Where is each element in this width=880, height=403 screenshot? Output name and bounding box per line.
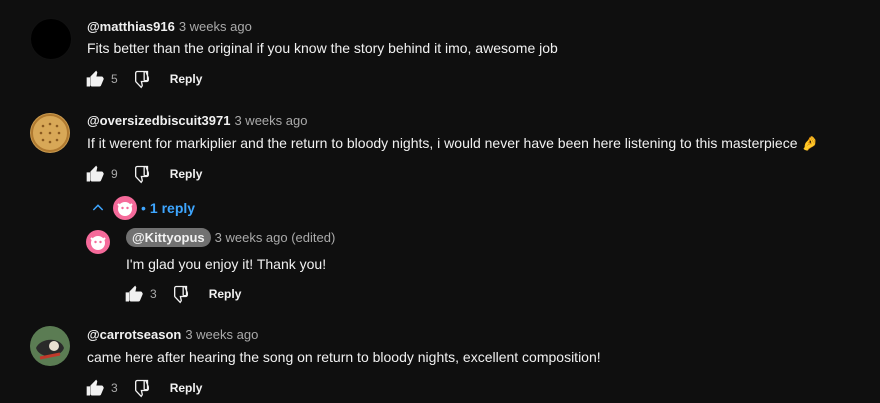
replies-count-label: 1 reply <box>149 200 196 216</box>
like-count: 3 <box>111 381 118 395</box>
like-icon[interactable] <box>122 282 146 306</box>
avatar[interactable] <box>30 326 70 366</box>
author-name[interactable]: @carrotseason <box>87 327 181 342</box>
comment-thread: @carrotseason 3 weeks ago came here after… <box>0 315 880 403</box>
like-count: 3 <box>150 287 157 301</box>
reply-actions: 3 Reply <box>122 282 241 306</box>
separator-dot: • <box>141 200 146 216</box>
comment-time[interactable]: 3 weeks ago <box>234 113 307 128</box>
reply-text: I'm glad you enjoy it! Thank you! <box>126 256 327 272</box>
comment-header: @oversizedbiscuit3971 3 weeks ago <box>87 113 307 128</box>
comment-thread: @oversizedbiscuit3971 3 weeks ago If it w… <box>0 100 880 315</box>
chevron-up-icon <box>89 196 107 220</box>
like-icon[interactable] <box>83 162 107 186</box>
comment-time[interactable]: 3 weeks ago (edited) <box>215 230 336 245</box>
comment-actions: 5 Reply <box>83 67 202 91</box>
like-icon[interactable] <box>83 376 107 400</box>
comment-text: came here after hearing the song on retu… <box>87 349 601 365</box>
like-count: 5 <box>111 72 118 86</box>
avatar[interactable] <box>30 18 72 60</box>
reply-button[interactable]: Reply <box>170 381 203 395</box>
comment-text: If it werent for markiplier and the retu… <box>87 135 819 151</box>
like-count: 9 <box>111 167 118 181</box>
avatar[interactable] <box>86 230 110 254</box>
replies-toggle[interactable]: • 1 reply <box>89 196 195 220</box>
comment-header: @carrotseason 3 weeks ago <box>87 327 258 342</box>
biscuit-icon <box>31 114 69 152</box>
dislike-icon[interactable] <box>167 282 191 306</box>
like-icon[interactable] <box>83 67 107 91</box>
comment-time[interactable]: 3 weeks ago <box>179 19 252 34</box>
comment-actions: 3 Reply <box>83 376 202 400</box>
comment-actions: 9 Reply <box>83 162 202 186</box>
creator-avatar <box>113 196 137 220</box>
reply-button[interactable]: Reply <box>209 287 242 301</box>
creator-author-chip[interactable]: @Kittyopus <box>126 228 211 247</box>
comment-thread: @matthias916 3 weeks ago Fits better than… <box>0 0 880 100</box>
comment-header: @matthias916 3 weeks ago <box>87 19 252 34</box>
author-name[interactable]: @matthias916 <box>87 19 175 34</box>
dislike-icon[interactable] <box>128 67 152 91</box>
reply-header: @Kittyopus 3 weeks ago (edited) <box>126 228 336 247</box>
author-name[interactable]: @oversizedbiscuit3971 <box>87 113 230 128</box>
comment-text: Fits better than the original if you kno… <box>87 40 558 56</box>
dislike-icon[interactable] <box>128 162 152 186</box>
comment-time[interactable]: 3 weeks ago <box>185 327 258 342</box>
reply-button[interactable]: Reply <box>170 167 203 181</box>
dislike-icon[interactable] <box>128 376 152 400</box>
reply-button[interactable]: Reply <box>170 72 203 86</box>
avatar[interactable] <box>30 113 70 153</box>
